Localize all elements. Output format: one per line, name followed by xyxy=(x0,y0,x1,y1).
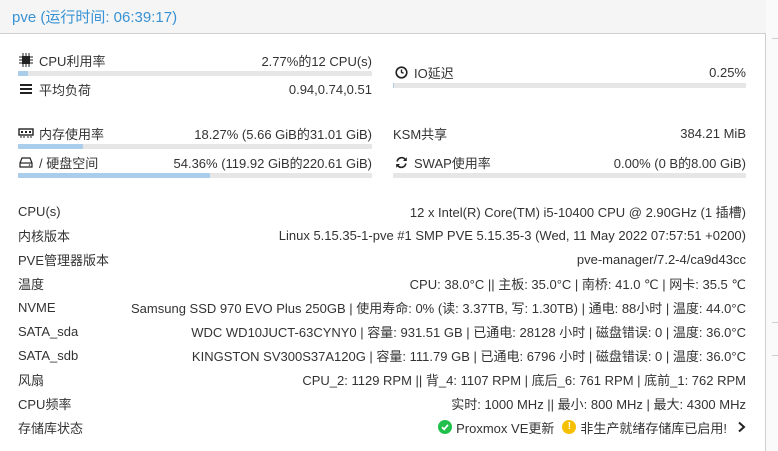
info-value: WDC WD10JUCT-63CYNY0 | 容量: 931.51 GB | 已… xyxy=(191,324,746,340)
info-row-fans: 风扇 CPU_2: 1129 RPM || 背_4: 1107 RPM | 底后… xyxy=(18,370,746,388)
memory-icon xyxy=(18,126,34,140)
load-average-value: 0.94,0.74,0.51 xyxy=(288,81,372,97)
info-value: Samsung SSD 970 EVO Plus 250GB | 使用寿命: 0… xyxy=(131,300,746,316)
disk-space-bar-fill xyxy=(18,173,211,178)
repository-ok-text: Proxmox VE更新 xyxy=(456,420,555,436)
right-edge-strip xyxy=(766,0,778,451)
metric-ksm-sharing: KSM共享 384.21 MiB xyxy=(393,124,746,142)
info-value: 12 x Intel(R) Core(TM) i5-10400 CPU @ 2.… xyxy=(409,204,746,220)
info-value: CPU: 38.0°C || 主板: 35.0°C | 南桥: 41.0 ℃ |… xyxy=(409,276,746,292)
disk-space-value: 54.36% (119.92 GiB的220.61 GiB) xyxy=(173,155,373,171)
warning-circle-icon: ! xyxy=(562,420,577,434)
info-key: SATA_sda xyxy=(18,323,79,339)
memory-usage-bar xyxy=(18,144,372,149)
metric-swap-usage: SWAP使用率 0.00% (0 B的8.00 GiB) xyxy=(393,153,746,171)
info-key: 存储库状态 xyxy=(18,420,84,436)
memory-usage-bar-fill xyxy=(18,144,83,149)
info-row-temperature: 温度 CPU: 38.0°C || 主板: 35.0°C | 南桥: 41.0 … xyxy=(18,274,746,292)
info-row-nvme: NVME Samsung SSD 970 EVO Plus 250GB | 使用… xyxy=(18,298,746,316)
metric-cpu-usage: CPU利用率 2.77%的12 CPU(s) xyxy=(18,51,372,69)
info-key: SATA_sdb xyxy=(18,347,79,363)
info-value: KINGSTON SV300S37A120G | 容量: 111.79 GB |… xyxy=(191,348,746,364)
info-key: 风扇 xyxy=(18,372,45,388)
metric-disk-space: / 硬盘空间 54.36% (119.92 GiB的220.61 GiB) xyxy=(18,153,372,171)
load-average-label: 平均负荷 xyxy=(39,82,92,98)
info-key: CPU频率 xyxy=(18,396,72,412)
info-key: 温度 xyxy=(18,276,45,292)
info-row-cpus: CPU(s) 12 x Intel(R) Core(TM) i5-10400 C… xyxy=(18,202,746,220)
cpu-usage-value: 2.77%的12 CPU(s) xyxy=(261,53,372,69)
refresh-icon xyxy=(393,155,409,169)
panel-title: pve (运行时间: 06:39:17) xyxy=(12,9,178,26)
metric-memory-usage: 内存使用率 18.27% (5.66 GiB的31.01 GiB) xyxy=(18,124,372,142)
ksm-sharing-value: 384.21 MiB xyxy=(680,125,746,141)
io-delay-bar xyxy=(393,83,746,88)
panel-header: pve (运行时间: 06:39:17) xyxy=(0,0,766,34)
repository-warn-text: 非生产就绪存储库已启用! xyxy=(580,420,727,436)
info-key: 内核版本 xyxy=(18,228,71,244)
io-delay-label: IO延迟 xyxy=(414,65,454,81)
cpu-usage-bar-fill xyxy=(18,71,28,76)
swap-usage-value: 0.00% (0 B的8.00 GiB) xyxy=(613,155,746,171)
metric-io-delay: IO延迟 0.25% xyxy=(393,63,746,81)
memory-usage-value: 18.27% (5.66 GiB的31.01 GiB) xyxy=(194,126,372,142)
cpu-icon xyxy=(18,53,34,67)
io-delay-value: 0.25% xyxy=(709,64,746,80)
disk-icon xyxy=(18,155,34,169)
info-value: 实时: 1000 MHz || 最小: 800 MHz | 最大: 4300 M… xyxy=(451,396,746,412)
status-panel: CPU利用率 2.77%的12 CPU(s) 平均负荷 0.94,0.74,0.… xyxy=(0,34,766,451)
info-value: pve-manager/7.2-4/ca9d43cc xyxy=(576,251,746,267)
info-row-sata-sda: SATA_sda WDC WD10JUCT-63CYNY0 | 容量: 931.… xyxy=(18,322,746,340)
info-row-kernel: 内核版本 Linux 5.15.35-1-pve #1 SMP PVE 5.15… xyxy=(18,226,746,244)
info-row-pve-version: PVE管理器版本 pve-manager/7.2-4/ca9d43cc xyxy=(18,250,746,268)
load-icon xyxy=(18,82,34,96)
chevron-right-icon[interactable] xyxy=(737,421,746,433)
check-circle-icon xyxy=(438,420,453,434)
info-row-repository-status: 存储库状态 Proxmox VE更新 ! 非生产就绪存储库已启用! xyxy=(18,418,746,436)
info-value: CPU_2: 1129 RPM || 背_4: 1107 RPM | 底后_6:… xyxy=(302,372,746,388)
clock-icon xyxy=(393,65,409,79)
info-key: CPU(s) xyxy=(18,203,61,219)
disk-space-bar xyxy=(18,173,372,178)
info-key: PVE管理器版本 xyxy=(18,252,110,268)
cpu-usage-label: CPU利用率 xyxy=(39,53,106,69)
io-delay-bar-fill xyxy=(393,83,394,88)
info-row-sata-sdb: SATA_sdb KINGSTON SV300S37A120G | 容量: 11… xyxy=(18,346,746,364)
info-key: NVME xyxy=(18,299,56,315)
swap-usage-bar xyxy=(393,173,746,178)
disk-space-label: / 硬盘空间 xyxy=(39,155,99,171)
memory-usage-label: 内存使用率 xyxy=(39,126,105,142)
metric-load-average: 平均负荷 0.94,0.74,0.51 xyxy=(18,80,372,98)
info-row-cpu-frequency: CPU频率 实时: 1000 MHz || 最小: 800 MHz | 最大: … xyxy=(18,394,746,412)
ksm-sharing-label: KSM共享 xyxy=(393,126,448,142)
cpu-usage-bar xyxy=(18,71,372,76)
info-value: Linux 5.15.35-1-pve #1 SMP PVE 5.15.35-3… xyxy=(278,227,746,243)
swap-usage-label: SWAP使用率 xyxy=(414,155,491,171)
repository-status-value[interactable]: Proxmox VE更新 ! 非生产就绪存储库已启用! xyxy=(438,418,746,437)
